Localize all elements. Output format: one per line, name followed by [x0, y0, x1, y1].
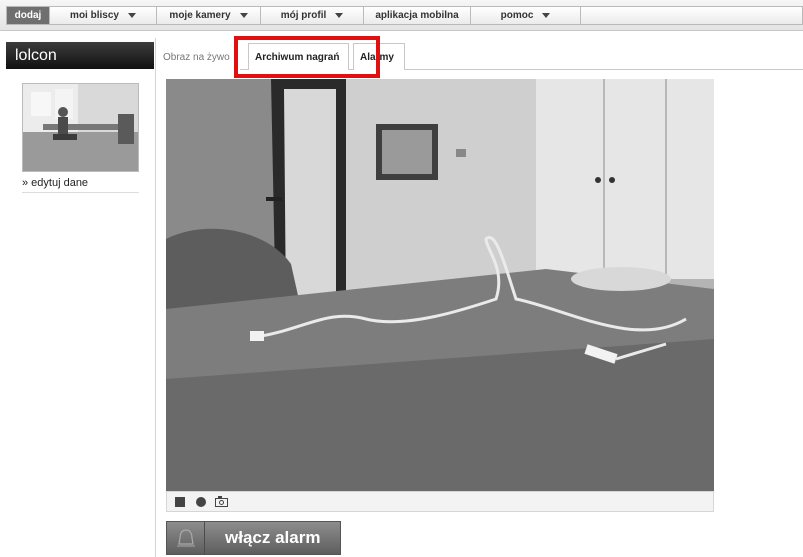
- nav-moj-profil-label: mój profil: [280, 10, 327, 21]
- nav-aplikacja-mobilna-label: aplikacja mobilna: [375, 10, 459, 21]
- snapshot-icon[interactable]: [215, 495, 228, 508]
- tab-alarms-label: Alarmy: [360, 51, 394, 63]
- chevron-down-icon: [239, 13, 248, 18]
- live-video-feed[interactable]: [166, 79, 714, 491]
- camera-name-title: lolcon: [6, 42, 154, 69]
- enable-alarm-label: włącz alarm: [225, 528, 321, 547]
- camera-thumbnail[interactable]: [22, 83, 139, 172]
- edit-data-link[interactable]: » edytuj dane: [22, 177, 88, 189]
- tab-recordings-archive[interactable]: Archiwum nagrań: [248, 43, 349, 70]
- tab-alarms[interactable]: Alarmy: [353, 43, 405, 70]
- enable-alarm-button[interactable]: włącz alarm: [166, 521, 341, 555]
- office-thumbnail-image: [23, 84, 138, 171]
- nav-moj-profil[interactable]: mój profil: [261, 7, 364, 24]
- chevron-down-icon: [335, 13, 344, 18]
- nav-dodaj[interactable]: dodaj: [7, 7, 50, 24]
- nav-dodaj-label: dodaj: [14, 10, 42, 21]
- nav-moi-bliscy-label: moi bliscy: [70, 10, 119, 21]
- chevron-down-icon: [127, 13, 136, 18]
- nav-aplikacja-mobilna[interactable]: aplikacja mobilna: [364, 7, 471, 24]
- chevron-down-icon: [542, 13, 551, 18]
- tab-recordings-archive-label: Archiwum nagrań: [255, 51, 340, 63]
- sidebar-divider: [155, 38, 156, 557]
- camera-video-frame: [166, 79, 714, 491]
- top-navigation: dodaj moi bliscy moje kamery mój profil …: [0, 0, 803, 31]
- nav-bar: dodaj moi bliscy moje kamery mój profil …: [6, 6, 803, 25]
- nav-pomoc[interactable]: pomoc: [471, 7, 581, 24]
- sidebar-separator: [22, 192, 139, 193]
- nav-pomoc-label: pomoc: [500, 10, 534, 21]
- tab-live-view[interactable]: Obraz na żywo: [156, 43, 240, 70]
- nav-moje-kamery-label: moje kamery: [169, 10, 231, 21]
- tab-bar: Obraz na żywo Archiwum nagrań Alarmy: [156, 43, 803, 70]
- record-icon[interactable]: [194, 495, 207, 508]
- bell-icon: [167, 522, 205, 554]
- tab-live-view-label: Obraz na żywo: [163, 51, 230, 63]
- nav-moje-kamery[interactable]: moje kamery: [157, 7, 261, 24]
- nav-moi-bliscy[interactable]: moi bliscy: [50, 7, 157, 24]
- stop-icon[interactable]: [173, 495, 186, 508]
- video-controls: [166, 491, 714, 512]
